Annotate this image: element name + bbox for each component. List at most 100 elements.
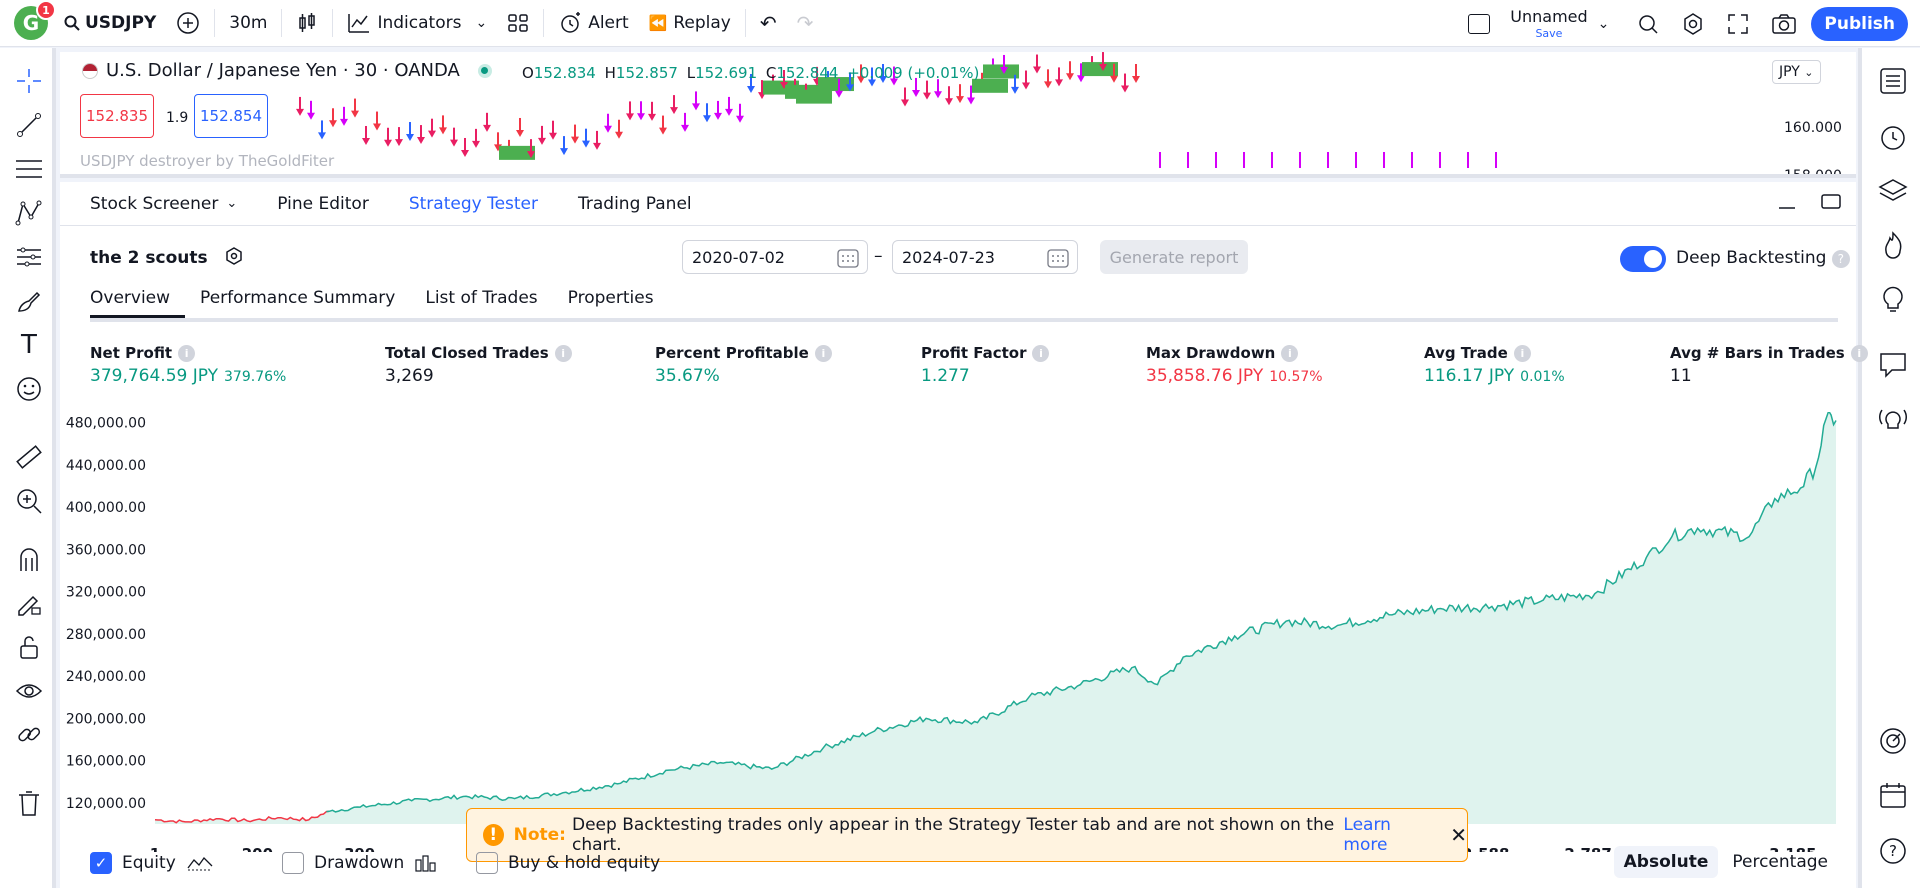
symbol-search-button[interactable]: USDJPY bbox=[54, 0, 166, 47]
sell-button[interactable]: 152.835 bbox=[80, 94, 154, 138]
target-icon[interactable] bbox=[1876, 724, 1910, 758]
help-icon[interactable]: ? bbox=[1876, 834, 1910, 868]
us-flag-icon bbox=[82, 62, 98, 79]
info-icon[interactable]: i bbox=[1032, 344, 1050, 362]
calendar-icon[interactable] bbox=[1876, 778, 1910, 812]
pattern-icon[interactable] bbox=[14, 198, 44, 228]
alarm-clock-icon[interactable] bbox=[1876, 120, 1910, 154]
close-icon[interactable]: ✕ bbox=[1450, 823, 1467, 847]
search-icon bbox=[64, 15, 80, 31]
calendar-icon[interactable] bbox=[1047, 248, 1069, 268]
eye-icon[interactable] bbox=[14, 676, 44, 706]
emoji-icon[interactable] bbox=[14, 374, 44, 404]
crosshair-icon[interactable] bbox=[14, 66, 44, 96]
user-avatar[interactable]: G 1 bbox=[14, 0, 56, 40]
tab-strategy-tester[interactable]: Strategy Tester bbox=[389, 194, 558, 214]
indicators-button[interactable]: Indicators ⌄ bbox=[337, 0, 497, 47]
zoom-in-icon[interactable] bbox=[14, 486, 44, 516]
ideas-bulb-icon[interactable] bbox=[1876, 282, 1910, 316]
text-icon[interactable]: T bbox=[14, 330, 44, 360]
calendar-icon[interactable] bbox=[837, 248, 859, 268]
info-icon[interactable]: i bbox=[1281, 344, 1299, 362]
info-icon[interactable]: i bbox=[814, 344, 832, 362]
alert-button[interactable]: Alert bbox=[548, 0, 638, 47]
chevron-down-icon[interactable]: ⌄ bbox=[475, 15, 487, 31]
help-icon[interactable]: ? bbox=[1831, 250, 1850, 268]
absolute-button[interactable]: Absolute bbox=[1613, 846, 1719, 878]
deep-backtesting-toggle[interactable] bbox=[1620, 246, 1666, 272]
buy-hold-checkbox[interactable]: Buy & hold equity bbox=[476, 852, 660, 874]
layers-icon[interactable] bbox=[1876, 174, 1910, 208]
metric-percent-profitable: Percent Profitable i 35.67% bbox=[655, 344, 832, 386]
redo-button[interactable]: ↷ bbox=[787, 0, 824, 47]
save-link[interactable]: Save bbox=[1535, 28, 1562, 39]
watchlist-icon[interactable] bbox=[1876, 64, 1910, 98]
layout-checkbox[interactable] bbox=[1458, 0, 1500, 47]
currency-selector[interactable]: JPY ⌄ bbox=[1772, 60, 1821, 84]
chevron-down-icon[interactable]: ⌄ bbox=[1598, 16, 1610, 32]
tab-trading-panel[interactable]: Trading Panel bbox=[558, 194, 712, 214]
y-axis: 480,000.00 440,000.00 400,000.00 360,000.00… bbox=[66, 416, 146, 812]
strategy-legend[interactable]: USDJPY destroyer by TheGoldFiter bbox=[80, 152, 334, 170]
templates-button[interactable] bbox=[497, 0, 539, 47]
maximize-icon[interactable] bbox=[1820, 190, 1842, 212]
signal-bulb-icon[interactable] bbox=[1876, 402, 1910, 436]
magnet-icon[interactable] bbox=[14, 544, 44, 574]
indicators-icon bbox=[348, 14, 370, 33]
replay-button[interactable]: ⏪ Replay bbox=[639, 0, 741, 47]
chat-icon[interactable] bbox=[1876, 348, 1910, 382]
trade-marker bbox=[351, 110, 359, 118]
trade-marker bbox=[835, 90, 843, 98]
candles-icon bbox=[299, 13, 316, 32]
price-chart[interactable]: U.S. Dollar / Japanese Yen · 30 · OANDA … bbox=[60, 52, 1856, 178]
equity-checkbox[interactable]: ✓ Equity bbox=[90, 852, 214, 874]
link-icon[interactable] bbox=[14, 720, 44, 750]
info-icon[interactable]: i bbox=[554, 344, 572, 362]
buy-button[interactable]: 152.854 bbox=[194, 94, 268, 138]
hotlists-fire-icon[interactable] bbox=[1876, 228, 1910, 262]
trend-line-icon[interactable] bbox=[14, 110, 44, 140]
undo-button[interactable]: ↶ bbox=[750, 0, 787, 47]
tab-pine-editor[interactable]: Pine Editor bbox=[257, 194, 389, 214]
tab-stock-screener[interactable]: Stock Screener ⌄ bbox=[60, 194, 257, 214]
percentage-button[interactable]: Percentage bbox=[1722, 846, 1838, 878]
strategy-header: the 2 scouts 2020-07-02 – 2024-07-23 Gen… bbox=[60, 236, 1856, 276]
layout-name-button[interactable]: Unnamed Save bbox=[1510, 8, 1587, 39]
lock-drawing-icon[interactable] bbox=[14, 588, 44, 618]
fullscreen-button[interactable] bbox=[1719, 0, 1757, 47]
notification-badge: 1 bbox=[36, 0, 56, 20]
date-to-field[interactable]: 2024-07-23 bbox=[892, 240, 1078, 274]
trade-marker bbox=[428, 130, 436, 138]
minimize-icon[interactable] bbox=[1776, 190, 1798, 212]
subtab-performance-summary[interactable]: Performance Summary bbox=[185, 288, 410, 318]
settings-button[interactable] bbox=[1673, 0, 1713, 47]
publish-button[interactable]: Publish bbox=[1811, 6, 1908, 41]
snapshot-button[interactable] bbox=[1763, 0, 1805, 47]
info-icon[interactable]: i bbox=[1850, 344, 1868, 362]
compare-add-button[interactable] bbox=[166, 0, 210, 47]
trade-marker bbox=[945, 98, 953, 106]
ruler-icon[interactable] bbox=[14, 442, 44, 472]
trade-marker bbox=[901, 99, 909, 107]
settings-hexagon-icon[interactable] bbox=[224, 246, 244, 266]
subtab-list-of-trades[interactable]: List of Trades bbox=[410, 288, 552, 318]
equity-chart[interactable]: 480,000.00 440,000.00 400,000.00 360,000.00… bbox=[60, 412, 1850, 852]
trash-icon[interactable] bbox=[14, 788, 44, 818]
trade-marker bbox=[450, 139, 458, 147]
strategy-name[interactable]: the 2 scouts bbox=[90, 246, 244, 268]
subtab-overview[interactable]: Overview bbox=[90, 288, 186, 318]
price-axis[interactable]: JPY ⌄ 160.000 158.000 bbox=[1766, 52, 1856, 174]
date-from-field[interactable]: 2020-07-02 bbox=[682, 240, 868, 274]
generate-report-button[interactable]: Generate report bbox=[1100, 240, 1248, 274]
brush-icon[interactable] bbox=[14, 286, 44, 316]
quick-search-button[interactable] bbox=[1629, 0, 1667, 47]
drawdown-checkbox[interactable]: Drawdown bbox=[282, 852, 438, 874]
subtab-properties[interactable]: Properties bbox=[553, 288, 669, 318]
info-icon[interactable]: i bbox=[1513, 344, 1531, 362]
interval-button[interactable]: 30m bbox=[219, 0, 277, 47]
unlock-icon[interactable] bbox=[14, 632, 44, 662]
horizontal-lines-icon[interactable] bbox=[14, 154, 44, 184]
forecasting-icon[interactable] bbox=[14, 242, 44, 272]
chart-type-button[interactable] bbox=[286, 0, 328, 47]
info-icon[interactable]: i bbox=[178, 344, 196, 362]
